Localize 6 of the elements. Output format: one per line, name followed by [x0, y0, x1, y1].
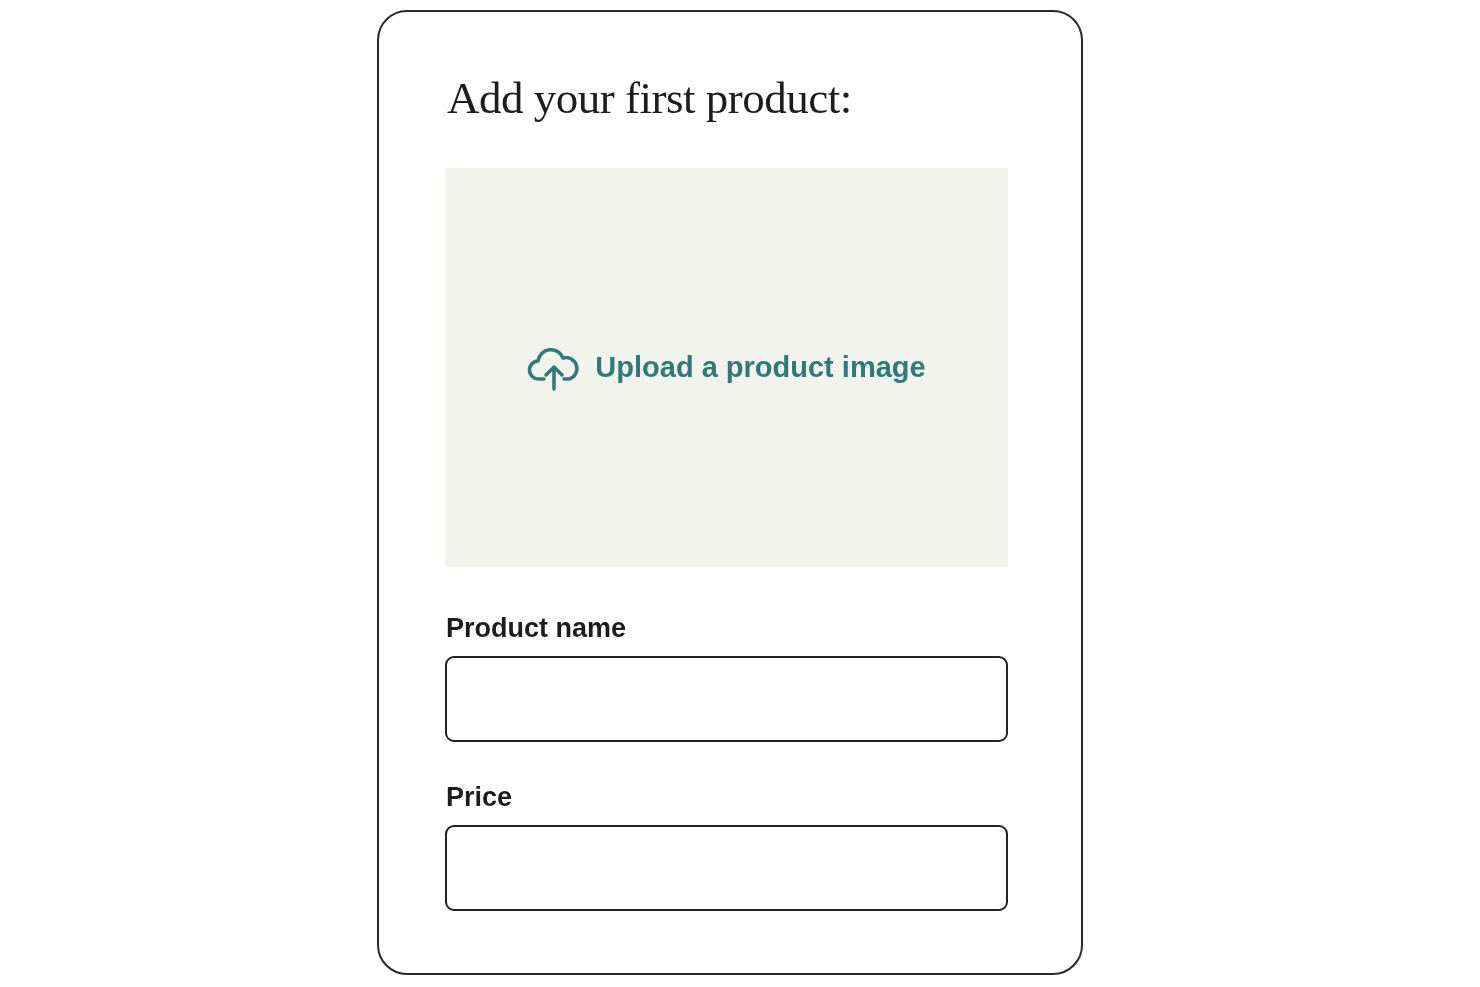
- field-label: Price: [446, 782, 514, 813]
- input-field[interactable]: [445, 656, 1008, 742]
- card-title: Add your first product:: [447, 72, 853, 124]
- input-field[interactable]: [445, 825, 1008, 911]
- field-label: Product name: [446, 613, 628, 644]
- upload-image-button[interactable]: Upload a product image: [445, 168, 1008, 567]
